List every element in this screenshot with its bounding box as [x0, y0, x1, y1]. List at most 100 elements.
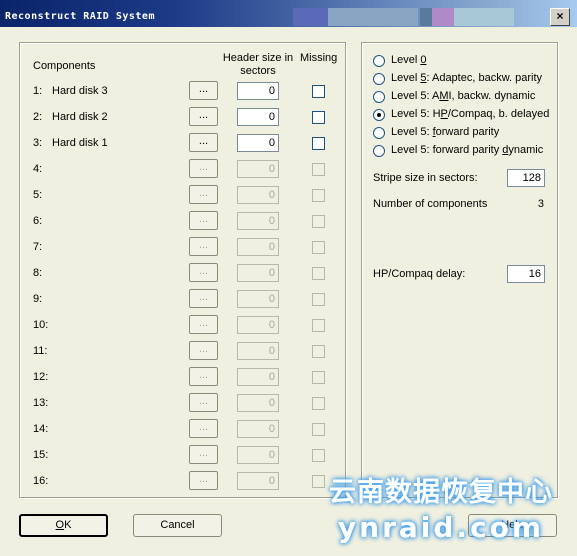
raid-level-label-pre: Level 5: A: [391, 90, 440, 102]
missing-checkbox[interactable]: [312, 163, 325, 176]
radio-button[interactable]: [373, 91, 385, 103]
component-browse-button[interactable]: ...: [189, 107, 218, 126]
missing-checkbox[interactable]: [312, 85, 325, 98]
raid-level-label-mnemonic: M: [439, 90, 449, 102]
header-size-input[interactable]: 0: [237, 82, 279, 100]
missing-checkbox[interactable]: [312, 449, 325, 462]
component-browse-button[interactable]: ...: [189, 185, 218, 204]
title-bar-band: [293, 8, 328, 26]
stripe-size-label: Stripe size in sectors:: [373, 172, 478, 184]
raid-level-label: Level 5: forward parity: [391, 126, 499, 138]
raid-level-label: Level 5: HP/Compaq, b. delayed: [391, 108, 549, 120]
ok-button[interactable]: OK: [19, 514, 108, 537]
component-row-name: Hard disk 1: [52, 137, 108, 149]
component-row-number: 7:: [33, 241, 43, 253]
component-browse-button[interactable]: ...: [189, 393, 218, 412]
component-row-number: 8:: [33, 267, 43, 279]
missing-checkbox[interactable]: [312, 267, 325, 280]
missing-header: Missing: [300, 52, 338, 64]
component-row-number: 9:: [33, 293, 43, 305]
header-size-input[interactable]: 0: [237, 108, 279, 126]
raid-level-label-post: /Compaq, b. delayed: [447, 108, 550, 120]
component-browse-button[interactable]: ...: [189, 289, 218, 308]
missing-checkbox[interactable]: [312, 215, 325, 228]
component-row-number: 1:: [33, 85, 43, 97]
component-row-number: 14:: [33, 423, 49, 435]
component-browse-button[interactable]: ...: [189, 419, 218, 438]
header-size-input[interactable]: 0: [237, 472, 279, 490]
title-bar: Reconstruct RAID System ×: [0, 0, 577, 27]
header-size-input[interactable]: 0: [237, 134, 279, 152]
component-browse-button[interactable]: ...: [189, 263, 218, 282]
component-browse-button[interactable]: ...: [189, 81, 218, 100]
raid-level-label-post: : Adaptec, backw. parity: [426, 72, 543, 84]
component-row-number: 5:: [33, 189, 43, 201]
component-browse-button[interactable]: ...: [189, 471, 218, 490]
component-browse-button[interactable]: ...: [189, 367, 218, 386]
raid-level-label-post: orward parity: [435, 126, 500, 138]
radio-button[interactable]: [373, 145, 385, 157]
raid-level-label-post: ynamic: [508, 144, 544, 156]
component-browse-button[interactable]: ...: [189, 159, 218, 178]
component-row-number: 4:: [33, 163, 43, 175]
component-row-number: 3:: [33, 137, 43, 149]
component-row-number: 12:: [33, 371, 49, 383]
component-browse-button[interactable]: ...: [189, 445, 218, 464]
missing-checkbox[interactable]: [312, 241, 325, 254]
component-row-number: 15:: [33, 449, 49, 461]
ok-button-label: K: [64, 519, 72, 531]
radio-button[interactable]: [373, 109, 385, 121]
component-browse-button[interactable]: ...: [189, 133, 218, 152]
radio-button[interactable]: [373, 73, 385, 85]
component-browse-button[interactable]: ...: [189, 341, 218, 360]
component-row-number: 16:: [33, 475, 49, 487]
header-size-input[interactable]: 0: [237, 212, 279, 230]
header-size-input[interactable]: 0: [237, 368, 279, 386]
missing-checkbox[interactable]: [312, 423, 325, 436]
number-of-components-value: 3: [537, 198, 544, 210]
cancel-button-label: Cancel: [160, 519, 195, 531]
missing-checkbox[interactable]: [312, 189, 325, 202]
raid-level-label-pre: Level 5: H: [391, 108, 441, 120]
raid-level-label-post: I, backw. dynamic: [448, 90, 536, 102]
title-bar-band: [328, 8, 418, 26]
watermark: 云南数据恢复中心 ynraid.com: [306, 476, 576, 556]
header-size-input[interactable]: 0: [237, 342, 279, 360]
component-browse-button[interactable]: ...: [189, 211, 218, 230]
hp-compaq-delay-label: HP/Compaq delay:: [373, 268, 466, 280]
component-row-number: 6:: [33, 215, 43, 227]
cancel-button[interactable]: Cancel: [133, 514, 222, 537]
component-browse-button[interactable]: ...: [189, 315, 218, 334]
raid-level-label: Level 5: Adaptec, backw. parity: [391, 72, 542, 84]
missing-checkbox[interactable]: [312, 397, 325, 410]
header-size-input[interactable]: 0: [237, 160, 279, 178]
component-row-number: 11:: [33, 345, 48, 357]
missing-checkbox[interactable]: [312, 293, 325, 306]
number-of-components-label: Number of components: [373, 198, 488, 210]
missing-checkbox[interactable]: [312, 137, 325, 150]
close-button[interactable]: ×: [550, 8, 570, 26]
header-size-header: Header size in sectors: [222, 52, 294, 77]
header-size-input[interactable]: 0: [237, 316, 279, 334]
missing-checkbox[interactable]: [312, 111, 325, 124]
header-size-input[interactable]: 0: [237, 264, 279, 282]
radio-button[interactable]: [373, 55, 385, 67]
component-row-number: 10:: [33, 319, 49, 331]
radio-button[interactable]: [373, 127, 385, 139]
header-size-input[interactable]: 0: [237, 394, 279, 412]
stripe-size-input[interactable]: 128: [507, 169, 545, 187]
close-icon: ×: [556, 9, 564, 23]
missing-checkbox[interactable]: [312, 345, 325, 358]
window-title: Reconstruct RAID System: [5, 11, 155, 22]
header-size-input[interactable]: 0: [237, 238, 279, 256]
hp-compaq-delay-input[interactable]: 16: [507, 265, 545, 283]
component-browse-button[interactable]: ...: [189, 237, 218, 256]
missing-checkbox[interactable]: [312, 319, 325, 332]
header-size-input[interactable]: 0: [237, 290, 279, 308]
component-row-number: 13:: [33, 397, 49, 409]
header-size-input[interactable]: 0: [237, 446, 279, 464]
header-size-input[interactable]: 0: [237, 420, 279, 438]
raid-level-label: Level 5: forward parity dynamic: [391, 144, 543, 156]
missing-checkbox[interactable]: [312, 371, 325, 384]
header-size-input[interactable]: 0: [237, 186, 279, 204]
